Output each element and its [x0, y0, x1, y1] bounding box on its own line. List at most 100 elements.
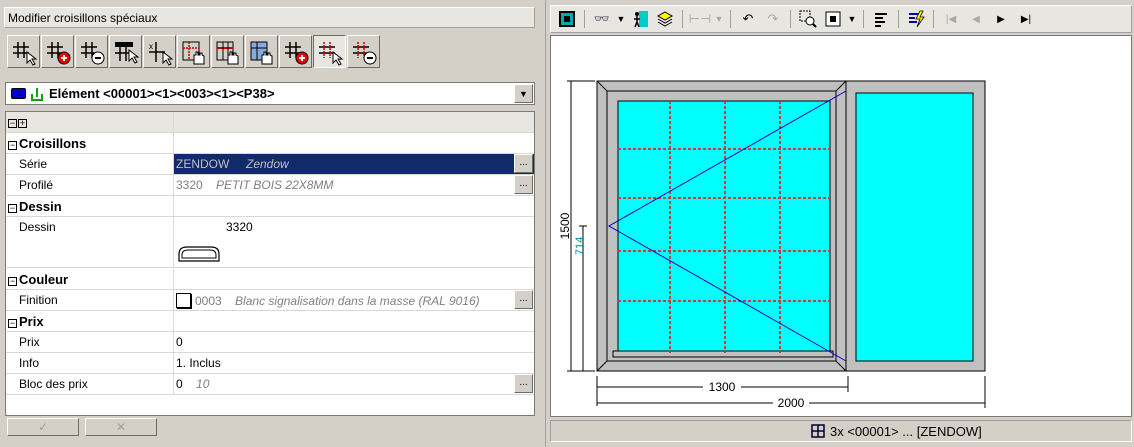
serie-ellipsis-button[interactable]: ... — [514, 154, 533, 173]
grid-select-active-icon — [318, 41, 343, 66]
chevron-down-icon[interactable]: ▼ — [615, 8, 627, 30]
property-row-serie[interactable]: Série ZENDOW Zendow... — [6, 154, 534, 175]
element-tree-icon — [31, 87, 43, 101]
grid-split-button[interactable]: x — [143, 35, 176, 68]
category-croisillons[interactable]: − Croisillons — [6, 133, 534, 154]
grid-remove-button[interactable] — [75, 35, 108, 68]
category-couleur[interactable]: − Couleur — [6, 269, 534, 290]
grid-hand-icon — [182, 41, 204, 64]
zoom-fit-icon[interactable] — [821, 8, 845, 30]
panel-title: Modifier croisillons spéciaux — [4, 7, 535, 28]
color-swatch-icon — [176, 293, 191, 308]
grid-header-row: − + — [6, 112, 534, 133]
redo-icon[interactable]: ↷ — [761, 8, 785, 30]
grid-move-button[interactable] — [245, 35, 278, 68]
view-toolbar: 👓 ▼ ⊢⊣ ▼ ↶ ↷ ▼ |◀ ◀ ▶ ▶| — [550, 5, 1132, 33]
glasses-icon[interactable]: 👓 — [590, 8, 614, 30]
property-label: Bloc des prix — [6, 374, 174, 394]
zoom-window-icon[interactable] — [796, 8, 820, 30]
dessin-shape-icon — [178, 246, 220, 262]
dimension-icon[interactable]: ⊢⊣ — [688, 8, 712, 30]
person-icon[interactable] — [628, 8, 652, 30]
drawing-panel: 👓 ▼ ⊢⊣ ▼ ↶ ↷ ▼ |◀ ◀ ▶ ▶| 1300 2000 1500 … — [545, 0, 1134, 447]
property-row-dessin[interactable]: Dessin 3320 — [6, 217, 534, 268]
property-label: Info — [6, 353, 174, 373]
category-prix[interactable]: − Prix — [6, 311, 534, 332]
view-mode-icon[interactable] — [555, 8, 579, 30]
profile-value[interactable]: 3320 PETIT BOIS 22X8MM... — [174, 175, 534, 195]
grid-plus-button[interactable] — [279, 35, 312, 68]
grid-minus-icon — [352, 41, 376, 64]
align-icon[interactable] — [869, 8, 893, 30]
grid-add-icon — [46, 41, 70, 64]
grid-split-icon: x — [148, 41, 173, 66]
dialog-buttons: ✓ ✕ — [5, 418, 535, 440]
property-label: Série — [6, 154, 174, 174]
grid-select-icon — [12, 41, 37, 66]
grid-column-icon — [216, 41, 238, 64]
dim-sub-height: 714 — [574, 237, 586, 255]
grid-minus-button[interactable] — [347, 35, 380, 68]
svg-text:x: x — [149, 42, 153, 51]
status-bar: 3x <00001> ... [ZENDOW] — [550, 420, 1132, 442]
expand-collapse-icons[interactable]: − + — [6, 112, 174, 132]
info-value[interactable]: 1. Inclus — [174, 353, 534, 373]
element-label: Elément <00001><1><003><1><P38> — [49, 86, 275, 101]
serie-value[interactable]: ZENDOW Zendow... — [174, 154, 534, 174]
grid-column-button[interactable] — [211, 35, 244, 68]
property-row-bloc-prix[interactable]: Bloc des prix 0 10... — [6, 374, 534, 395]
element-selector[interactable]: Elément <00001><1><003><1><P38> ▼ — [5, 82, 535, 105]
grid-add-button[interactable] — [41, 35, 74, 68]
grid-select-button[interactable] — [7, 35, 40, 68]
property-row-finition[interactable]: Finition 0003 Blanc signalisation dans l… — [6, 290, 534, 311]
property-row-profile[interactable]: Profilé 3320 PETIT BOIS 22X8MM... — [6, 175, 534, 196]
last-icon[interactable]: ▶| — [1014, 8, 1038, 30]
property-label: Prix — [6, 332, 174, 352]
finition-value[interactable]: 0003 Blanc signalisation dans la masse (… — [174, 290, 534, 310]
collapse-icon[interactable]: − — [8, 277, 17, 286]
bloc-prix-ellipsis-button[interactable]: ... — [514, 374, 533, 393]
first-icon[interactable]: |◀ — [939, 8, 963, 30]
collapse-all-icon[interactable]: − — [8, 119, 17, 128]
grid-select-active-button[interactable] — [313, 35, 346, 68]
left-panel: Modifier croisillons spéciaux x Elément … — [0, 0, 541, 447]
dim-height: 1500 — [558, 212, 572, 239]
layers-icon[interactable] — [653, 8, 677, 30]
category-dessin[interactable]: − Dessin — [6, 196, 534, 217]
chevron-down-icon[interactable]: ▼ — [514, 84, 533, 103]
finition-ellipsis-button[interactable]: ... — [514, 290, 533, 309]
collapse-icon[interactable]: − — [8, 319, 17, 328]
grid-edit-button[interactable] — [109, 35, 142, 68]
previous-icon[interactable]: ◀ — [964, 8, 988, 30]
undo-icon[interactable]: ↶ — [736, 8, 760, 30]
element-color-swatch — [11, 88, 26, 99]
prix-value[interactable]: 0 — [174, 332, 534, 352]
property-row-info[interactable]: Info 1. Inclus — [6, 353, 534, 374]
property-row-prix[interactable]: Prix 0 — [6, 332, 534, 353]
dim-width-inner: 1300 — [709, 380, 736, 394]
lightning-edit-icon[interactable] — [904, 8, 928, 30]
dessin-value[interactable]: 3320 — [174, 217, 534, 267]
grid-plus-icon — [284, 41, 308, 64]
bloc-prix-value[interactable]: 0 10... — [174, 374, 534, 394]
grid-status-icon — [811, 424, 825, 438]
cancel-button[interactable]: ✕ — [85, 418, 157, 436]
profile-ellipsis-button[interactable]: ... — [514, 175, 533, 194]
property-label: Finition — [6, 290, 174, 310]
collapse-icon[interactable]: − — [8, 141, 17, 150]
property-label: Profilé — [6, 175, 174, 195]
chevron-down-icon[interactable]: ▼ — [713, 8, 725, 30]
grid-hand-button[interactable] — [177, 35, 210, 68]
chevron-down-icon[interactable]: ▼ — [846, 8, 858, 30]
right-glass — [855, 92, 974, 362]
next-icon[interactable]: ▶ — [989, 8, 1013, 30]
grid-remove-icon — [80, 41, 104, 64]
expand-all-icon[interactable]: + — [18, 119, 27, 128]
window-drawing-canvas[interactable]: 1300 2000 1500 714 — [550, 35, 1132, 417]
status-text: 3x <00001> ... [ZENDOW] — [830, 423, 982, 439]
grid-move-icon — [250, 41, 272, 64]
collapse-icon[interactable]: − — [8, 204, 17, 213]
window-drawing[interactable]: 1300 2000 1500 714 — [551, 36, 1131, 416]
ok-button[interactable]: ✓ — [7, 418, 79, 436]
dim-width-total: 2000 — [778, 396, 805, 410]
